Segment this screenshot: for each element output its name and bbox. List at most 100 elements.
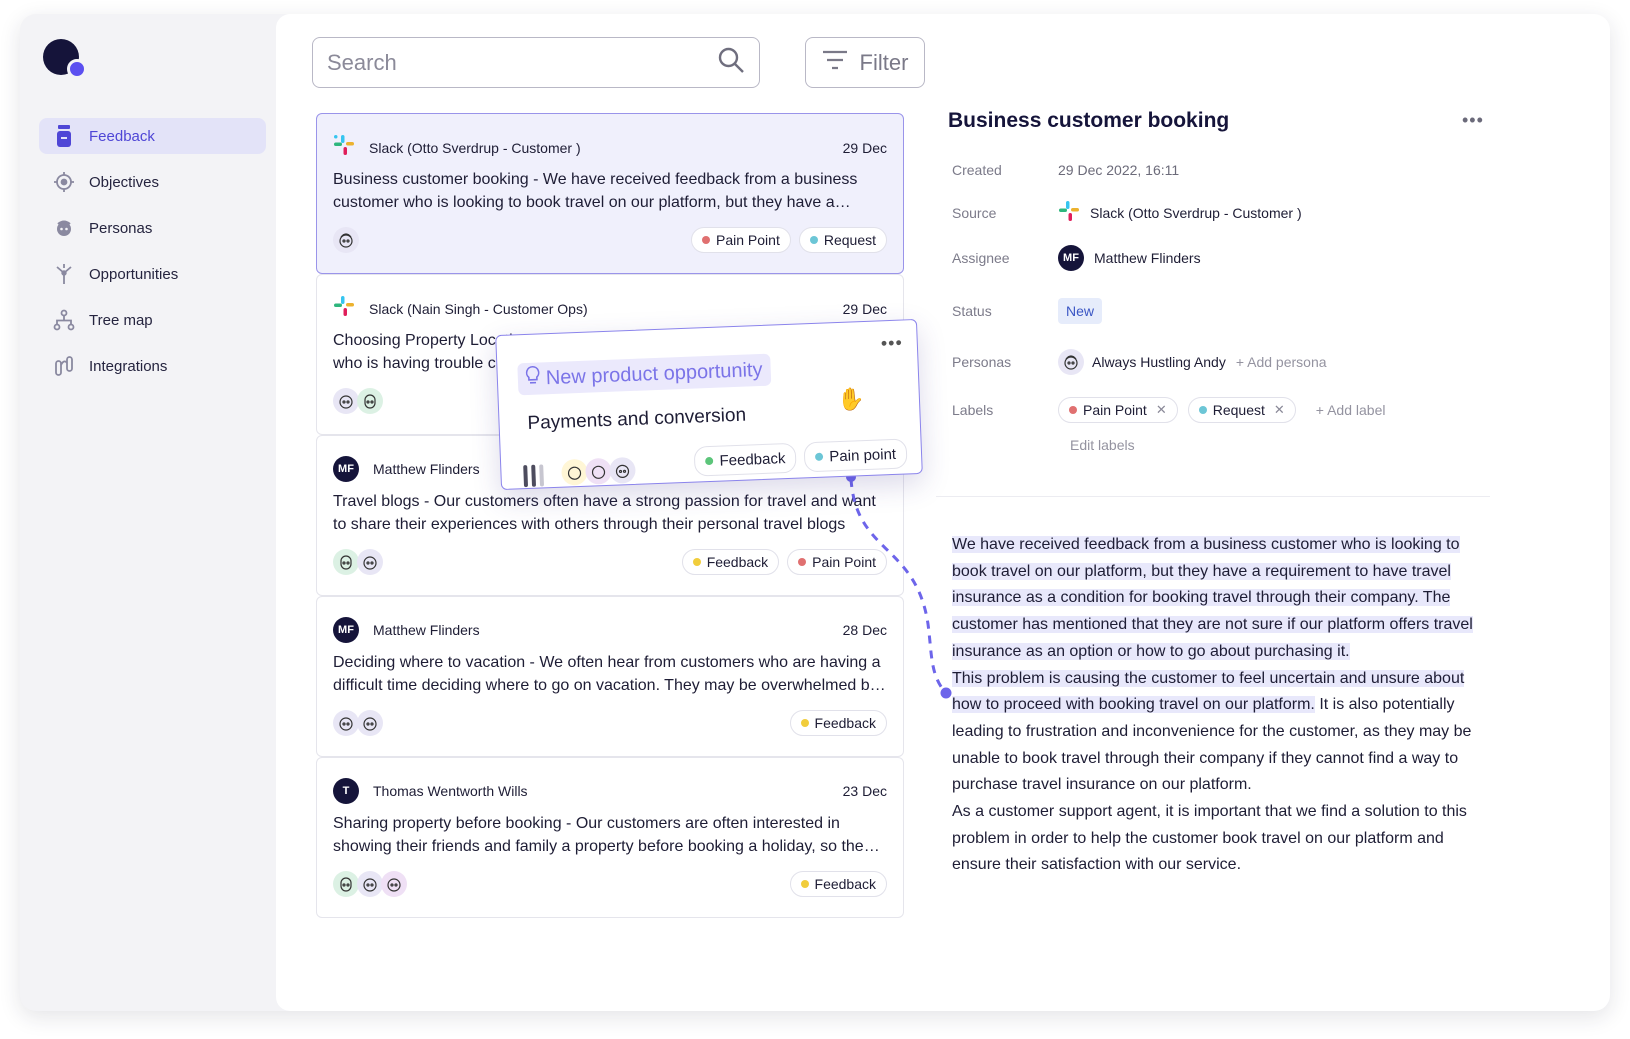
more-options-icon[interactable]: ••• [1462, 110, 1484, 131]
card-source: Thomas Wentworth Wills [373, 783, 528, 799]
sidebar-item-objectives[interactable]: Objectives [39, 164, 266, 200]
persona-avatar [608, 456, 636, 484]
integrations-icon [51, 355, 77, 377]
persona-avatar [357, 710, 383, 736]
label-chip-request[interactable]: Request ✕ [1187, 397, 1296, 423]
avatar: MF [333, 617, 359, 643]
search-input[interactable] [327, 49, 717, 76]
persona-avatar [357, 549, 383, 575]
persona-name[interactable]: Always Hustling Andy [1092, 354, 1226, 370]
sidebar-item-label: Opportunities [89, 265, 179, 283]
persona-avatar [1058, 349, 1084, 375]
feedback-card[interactable]: T Thomas Wentworth Wills 23 Dec Sharing … [316, 757, 904, 918]
persona-avatar [333, 388, 359, 414]
sidebar-item-opportunities[interactable]: Opportunities [39, 256, 266, 292]
tag-request[interactable]: Request [798, 227, 887, 253]
card-text: Business customer booking - We have rece… [333, 171, 858, 211]
persona-avatar [333, 871, 359, 897]
tag-feedback[interactable]: Feedback [681, 549, 780, 575]
popover-title: Payments and conversion [527, 404, 747, 434]
field-status[interactable]: Status New [952, 298, 1103, 324]
divider [936, 496, 1490, 497]
description-text: As a customer support agent, it is impor… [952, 803, 1467, 874]
search-box[interactable] [312, 37, 760, 88]
sidebar-item-feedback[interactable]: Feedback [39, 118, 266, 154]
opportunity-type-pill: New product opportunity [517, 353, 772, 396]
persona-avatar [584, 457, 612, 485]
lightbulb-icon [525, 365, 540, 392]
avatar: MF [333, 456, 359, 482]
feedback-description: We have received feedback from a busines… [952, 532, 1482, 879]
sidebar-nav: Feedback Objectives Personas Opportuniti… [39, 118, 266, 394]
card-source: Matthew Flinders [373, 461, 480, 477]
sidebar-item-label: Objectives [89, 173, 160, 191]
sidebar-item-label: Feedback [89, 127, 155, 145]
avatar: MF [1058, 245, 1084, 271]
card-text: Sharing property before booking - Our cu… [333, 815, 872, 855]
edit-labels-button[interactable]: Edit labels [1070, 437, 1135, 453]
card-date: 23 Dec [842, 783, 887, 799]
sidebar-item-personas[interactable]: Personas [39, 210, 266, 246]
persona-avatar [333, 227, 359, 253]
app-logo[interactable] [43, 39, 87, 79]
field-created: Created 29 Dec 2022, 16:11 [952, 162, 1180, 178]
branch-icon [51, 263, 77, 285]
main-panel: Filter Slack (Otto Sverdrup - Customer )… [276, 14, 1610, 1011]
slack-icon [333, 134, 355, 161]
sidebar-item-label: Tree map [89, 311, 153, 329]
target-icon [51, 171, 77, 193]
field-personas: Personas Always Hustling Andy + Add pers… [952, 349, 1327, 375]
opportunity-popover[interactable]: New product opportunity ••• Payments and… [495, 318, 923, 491]
add-label-button[interactable]: + Add label [1316, 402, 1386, 418]
highlighted-text[interactable]: We have received feedback from a busines… [952, 536, 1473, 660]
tag-feedback[interactable]: Feedback [789, 710, 887, 736]
more-options-icon[interactable]: ••• [880, 333, 903, 355]
popover-avatars [561, 456, 636, 486]
avatar: T [333, 778, 359, 804]
persona-avatar [333, 549, 359, 575]
priority-bars-icon [523, 464, 545, 488]
tag-feedback[interactable]: Feedback [694, 442, 797, 477]
grab-hand-icon: ✋ [837, 386, 866, 413]
search-icon[interactable] [717, 46, 745, 79]
card-text: Deciding where to vacation - We often he… [333, 654, 881, 694]
sidebar-item-integrations[interactable]: Integrations [39, 348, 266, 384]
sidebar-item-label: Personas [89, 219, 153, 237]
label-chip-pain-point[interactable]: Pain Point ✕ [1058, 397, 1178, 423]
persona-avatar [561, 458, 588, 486]
field-labels: Labels Pain Point ✕ Request ✕ + Add label [952, 397, 1385, 423]
card-date: 29 Dec [842, 139, 887, 156]
detail-title: Business customer booking [948, 109, 1230, 132]
close-icon[interactable]: ✕ [1156, 402, 1167, 418]
feedback-icon [51, 125, 77, 147]
app-window: Feedback Objectives Personas Opportuniti… [20, 14, 1610, 1011]
field-source: Source Slack (Otto Sverdrup - Customer ) [952, 200, 1302, 225]
tree-map-icon [51, 309, 77, 331]
card-source: Slack (Otto Sverdrup - Customer ) [369, 139, 581, 156]
slack-icon [333, 295, 355, 322]
persona-avatar [357, 388, 383, 414]
persona-avatar [357, 871, 383, 897]
tag-feedback[interactable]: Feedback [789, 871, 887, 897]
slack-icon [1058, 200, 1080, 225]
filter-icon [822, 50, 848, 76]
feedback-card[interactable]: Slack (Otto Sverdrup - Customer ) 29 Dec… [316, 113, 904, 274]
edit-labels-row: Edit labels [1070, 437, 1135, 453]
status-badge[interactable]: New [1058, 298, 1103, 324]
card-source: Matthew Flinders [373, 622, 480, 638]
tag-pain-point[interactable]: Pain Point [691, 227, 791, 253]
persona-avatar [381, 871, 407, 897]
field-assignee[interactable]: Assignee MF Matthew Flinders [952, 245, 1201, 271]
card-text: Travel blogs - Our customers often have … [333, 493, 876, 533]
sidebar-item-label: Integrations [89, 357, 168, 375]
card-source: Slack (Nain Singh - Customer Ops) [369, 300, 588, 317]
drag-connector [846, 472, 952, 699]
sidebar-item-tree-map[interactable]: Tree map [39, 302, 266, 338]
persona-icon [51, 217, 77, 239]
tag-pain-point[interactable]: Pain point [803, 438, 908, 473]
card-date: 29 Dec [842, 300, 887, 317]
add-persona-button[interactable]: + Add persona [1236, 354, 1327, 370]
close-icon[interactable]: ✕ [1274, 402, 1285, 418]
feedback-card[interactable]: MF Matthew Flinders 28 Dec Deciding wher… [316, 596, 904, 757]
filter-button[interactable]: Filter [805, 37, 925, 88]
